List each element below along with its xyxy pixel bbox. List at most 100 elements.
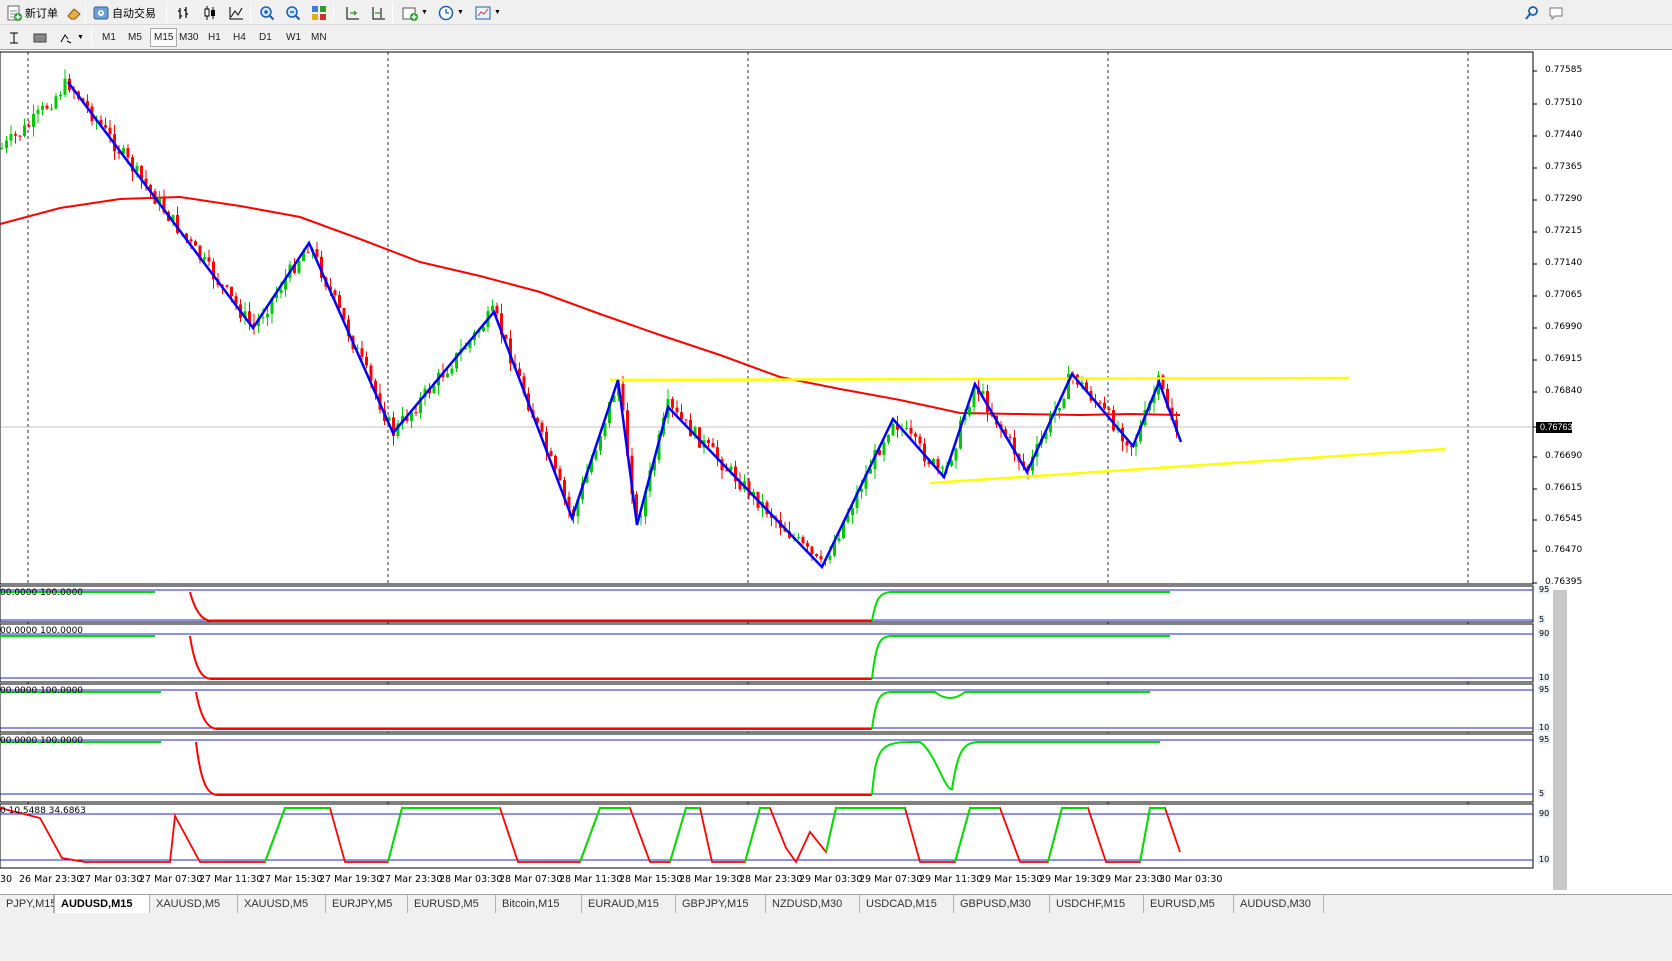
timeframe-m5[interactable]: M5 [124,28,146,47]
chart-tab[interactable]: GBPUSD,M30 [954,895,1050,913]
bear-candle [207,257,211,262]
bar-chart-icon [176,5,192,21]
chart-tab[interactable]: GBPJPY,M15 [676,895,766,913]
bull-candle [891,423,895,436]
chart-shift-icon [370,5,386,21]
chart-tab[interactable]: USDCAD,M15 [860,895,954,913]
indicator-value-label: 00.0000 100.0000 [0,626,84,636]
bear-candle [801,536,805,544]
bear-candle [806,543,809,547]
bear-candle [684,419,688,421]
label-icon [32,30,48,46]
objects-button[interactable]: ▼ [54,27,88,48]
bear-candle [365,356,368,366]
indicators-icon [402,5,418,21]
bull-candle [1062,399,1066,409]
auto-trading-button[interactable]: 自动交易 [89,2,160,23]
tile-windows-button[interactable] [307,2,331,23]
bull-candle [797,536,800,538]
chart-tab[interactable]: EURUSD,M5 [408,895,496,913]
timeframe-w1[interactable]: W1 [282,28,305,47]
time-tick-label: 30 Mar 03:30 [1159,874,1223,885]
chat-button[interactable] [1544,2,1568,23]
chart-tab[interactable]: AUDUSD,M15 [54,895,150,913]
search-icon [1524,5,1540,21]
auto-trading-label: 自动交易 [112,7,156,20]
time-tick-label: 27 Mar 19:30 [319,874,383,885]
price-tick-label: 0.76840 [1545,386,1583,396]
indicators-button[interactable]: ▼ [398,2,432,23]
price-tick-label: 0.77510 [1545,98,1583,108]
time-tick-label: 28 Mar 03:30 [439,874,503,885]
history-button[interactable] [62,2,86,23]
chart-tab[interactable]: NZDUSD,M30 [766,895,860,913]
chart-tab[interactable]: EURAUD,M15 [582,895,676,913]
time-tick-label: 27 Mar 11:30 [199,874,263,885]
timeframe-d1[interactable]: D1 [255,28,276,47]
search-button[interactable] [1520,2,1544,23]
indicator-panel-frame [0,733,1534,803]
bear-candle [189,239,193,242]
price-tick-label: 0.76545 [1545,514,1583,524]
chart-tab[interactable]: Bitcoin,M15 [496,895,582,913]
bull-candle [5,140,8,149]
chart-tabs: PJPY,M15 AUDUSD,M15 XAUUSD,M5 XAUUSD,M5 EURJ… [0,894,1672,961]
zoom-out-button[interactable] [281,2,305,23]
bull-candle [23,125,26,136]
chart-tab[interactable]: EURJPY,M5 [326,895,408,913]
zoom-in-button[interactable] [255,2,279,23]
time-tick-label: 28 Mar 11:30 [559,874,623,885]
templates-button[interactable]: ▼ [471,2,505,23]
chart-tab[interactable]: XAUUSD,M5 [238,895,326,913]
label-button[interactable] [28,27,52,48]
price-tick-label: 0.76915 [1545,354,1583,364]
bear-candle [819,556,823,560]
price-tick-label: 0.77065 [1545,290,1583,300]
chart-tab[interactable]: PJPY,M15 [0,895,57,913]
price-tick-label: 0.76395 [1545,577,1583,587]
bull-candle [450,368,454,374]
timeframe-mn[interactable]: MN [307,28,331,47]
chat-icon [1548,5,1564,21]
chart-tab[interactable]: EURUSD,M5 [1144,895,1234,913]
bull-candle [279,289,283,294]
chart-tab[interactable]: USDCHF,M15 [1050,895,1144,913]
bear-candle [711,442,715,448]
auto-scroll-button[interactable] [340,2,364,23]
indicator-value-label: 00.0000 100.0000 [0,588,84,598]
chart-tab[interactable]: XAUUSD,M5 [150,895,238,913]
current-price-label: 0.76763 [1536,422,1573,433]
timeframe-h1[interactable]: H1 [204,28,225,47]
bull-candle [266,313,269,318]
timeframe-h4[interactable]: H4 [229,28,250,47]
toolbar-separator [85,3,86,22]
chevron-down-icon: ▼ [457,9,464,16]
bear-candle [1107,408,1111,411]
price-chart[interactable] [0,50,1672,894]
indicator-level-label: 95 [1538,685,1551,694]
new-order-button[interactable]: 新订单 [2,2,62,23]
timeframe-m1[interactable]: M1 [98,28,120,47]
bar-chart-button[interactable] [172,2,196,23]
bear-candle [338,295,341,308]
time-tick-label: 29 Mar 11:30 [919,874,983,885]
chart-window[interactable] [0,50,1672,894]
chart-tab[interactable]: AUDUSD,M30 [1234,895,1324,913]
timeframe-m30[interactable]: M30 [175,28,202,47]
indicator-level-label: 5 [1538,789,1546,798]
periods-button[interactable]: ▼ [434,2,468,23]
crosshair-button[interactable] [2,27,26,48]
auto-scroll-icon [344,5,360,21]
timeframe-m15[interactable]: M15 [150,28,178,47]
chart-shift-button[interactable] [366,2,390,23]
bear-candle [671,399,674,408]
line-chart-button[interactable] [224,2,248,23]
line-chart-icon [228,5,244,21]
bear-candle [1103,402,1106,409]
bear-candle [194,241,197,246]
time-tick-label: 29 Mar 23:30 [1099,874,1163,885]
toolbar-separator [91,28,92,47]
bull-candle [54,96,58,109]
candlestick-button[interactable] [198,2,222,23]
bear-candle [108,127,112,135]
